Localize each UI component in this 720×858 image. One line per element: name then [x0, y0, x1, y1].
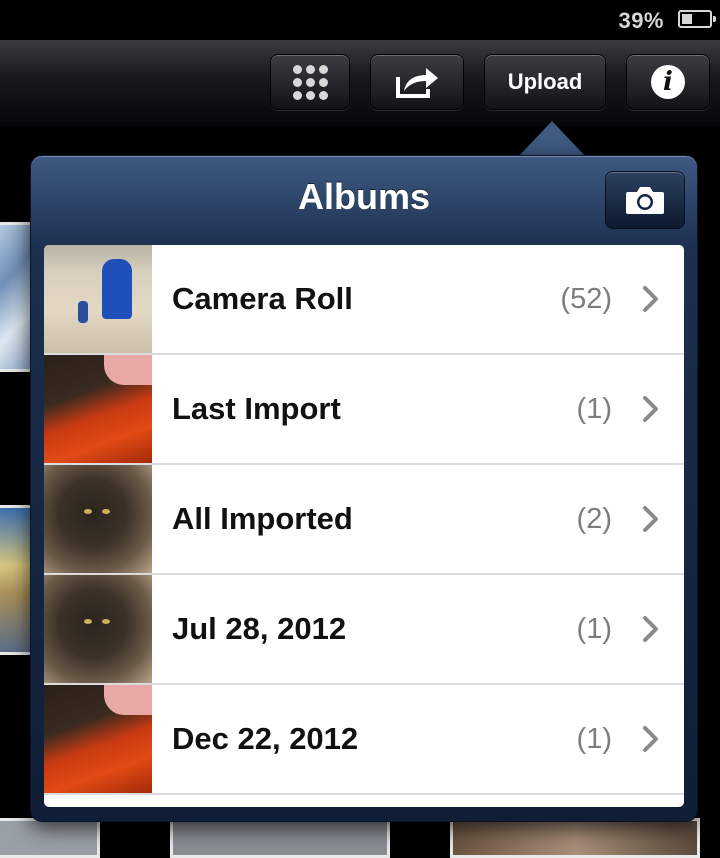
chevron-right-icon	[636, 504, 666, 534]
share-button[interactable]	[370, 54, 464, 110]
album-thumbnail	[44, 685, 152, 793]
background-photo[interactable]	[0, 818, 100, 858]
album-thumbnail	[44, 575, 152, 683]
album-count: (1)	[576, 722, 612, 755]
camera-icon	[626, 187, 664, 214]
albums-popover: Albums Camera Roll (52) Last Import (1)	[30, 155, 698, 822]
chevron-right-icon	[636, 724, 666, 754]
background-photo[interactable]	[450, 818, 700, 858]
album-thumbnail	[44, 245, 152, 353]
album-thumbnail	[44, 465, 152, 573]
album-name: Jul 28, 2012	[172, 611, 347, 646]
album-count: (52)	[560, 282, 612, 315]
album-list: Camera Roll (52) Last Import (1) All Imp…	[44, 245, 684, 807]
grid-icon	[292, 64, 328, 100]
popover-arrow	[518, 121, 586, 157]
upload-button-label: Upload	[507, 69, 583, 94]
camera-button[interactable]	[605, 171, 685, 229]
popover-title: Albums	[297, 176, 430, 217]
album-row[interactable]: Jul 28, 2012 (1)	[44, 575, 684, 685]
album-count: (2)	[576, 502, 612, 535]
album-row[interactable]: Camera Roll (52)	[44, 245, 684, 355]
album-row[interactable]: Last Import (1)	[44, 355, 684, 465]
album-row[interactable]: All Imported (2)	[44, 465, 684, 575]
album-name: Camera Roll	[172, 281, 353, 316]
toolbar: Upload i	[0, 40, 720, 127]
share-arrow-icon	[396, 68, 438, 98]
album-count: (1)	[576, 612, 612, 645]
grid-view-button[interactable]	[270, 54, 350, 110]
battery-icon	[678, 10, 716, 28]
info-button[interactable]: i	[626, 54, 710, 110]
chevron-right-icon	[636, 614, 666, 644]
info-icon: i	[651, 65, 685, 99]
chevron-right-icon	[636, 394, 666, 424]
album-name: Last Import	[172, 391, 341, 426]
album-row[interactable]: Dec 22, 2012 (1)	[44, 685, 684, 795]
status-bar: 39%	[0, 0, 720, 40]
chevron-right-icon	[636, 284, 666, 314]
album-thumbnail	[44, 355, 152, 463]
album-name: Dec 22, 2012	[172, 721, 359, 756]
background-photo[interactable]	[170, 818, 390, 858]
battery-percentage: 39%	[618, 8, 664, 33]
upload-button[interactable]: Upload	[484, 54, 606, 110]
album-name: All Imported	[172, 501, 353, 536]
album-count: (1)	[576, 392, 612, 425]
